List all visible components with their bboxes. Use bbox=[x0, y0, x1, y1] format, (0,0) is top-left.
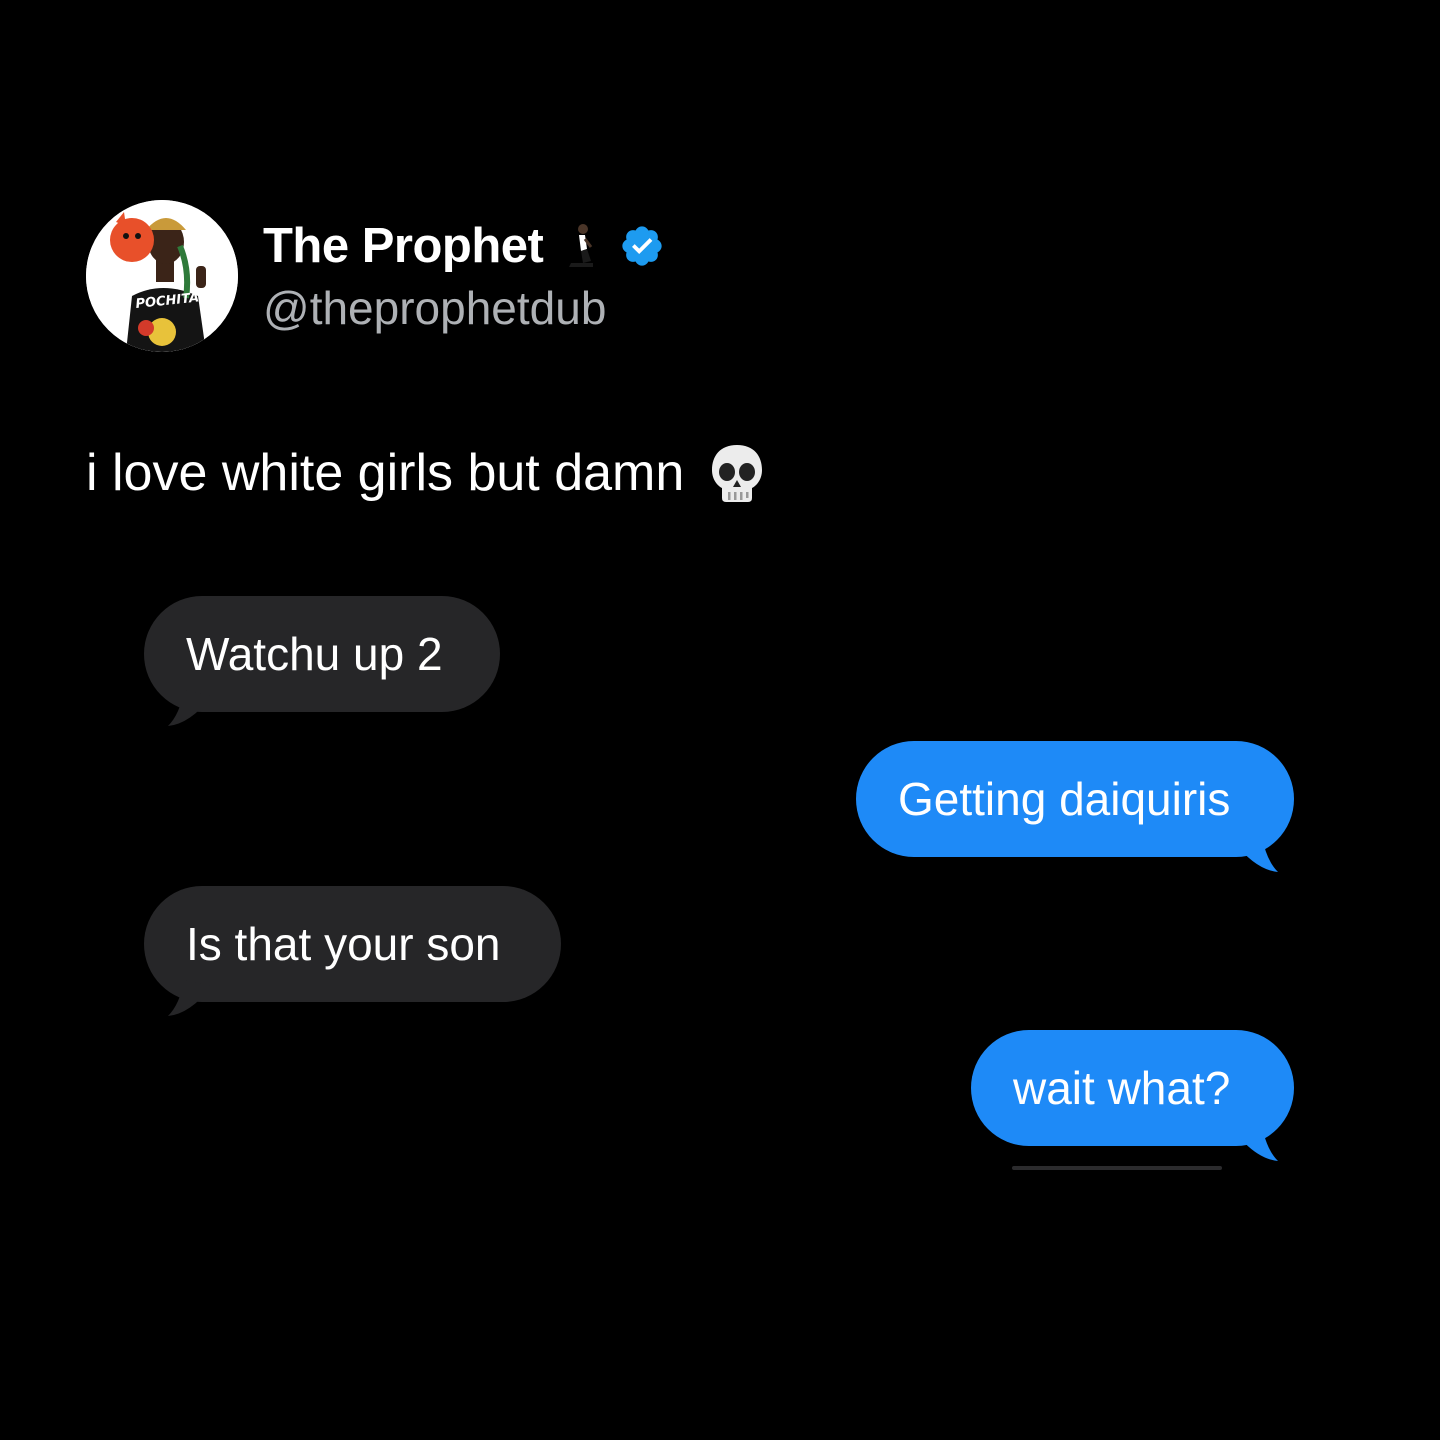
skull-icon bbox=[708, 442, 766, 504]
tweet-body: i love white girls but damn bbox=[86, 438, 766, 508]
message-text: wait what? bbox=[1013, 1062, 1231, 1114]
verified-badge-icon bbox=[619, 223, 665, 269]
display-name-row: The Prophet bbox=[263, 214, 665, 278]
display-name[interactable]: The Prophet bbox=[263, 218, 544, 274]
bubble-tail-sent bbox=[1226, 836, 1286, 876]
avatar-image: POCHITA bbox=[86, 200, 238, 352]
message-text: Is that your son bbox=[186, 918, 501, 970]
bubble-tail-sent bbox=[1226, 1125, 1286, 1165]
user-handle[interactable]: @theprophetdub bbox=[263, 281, 606, 335]
bubble-tail-received bbox=[160, 690, 220, 730]
bubble-tail-received bbox=[160, 980, 220, 1020]
cropped-status-line bbox=[1012, 1166, 1222, 1170]
message-text: Watchu up 2 bbox=[186, 628, 443, 680]
message-text: Getting daiquiris bbox=[898, 773, 1231, 825]
tweet-text: i love white girls but damn bbox=[86, 444, 685, 502]
profile-avatar[interactable]: POCHITA bbox=[86, 200, 238, 352]
kneeling-person-icon bbox=[561, 223, 601, 269]
